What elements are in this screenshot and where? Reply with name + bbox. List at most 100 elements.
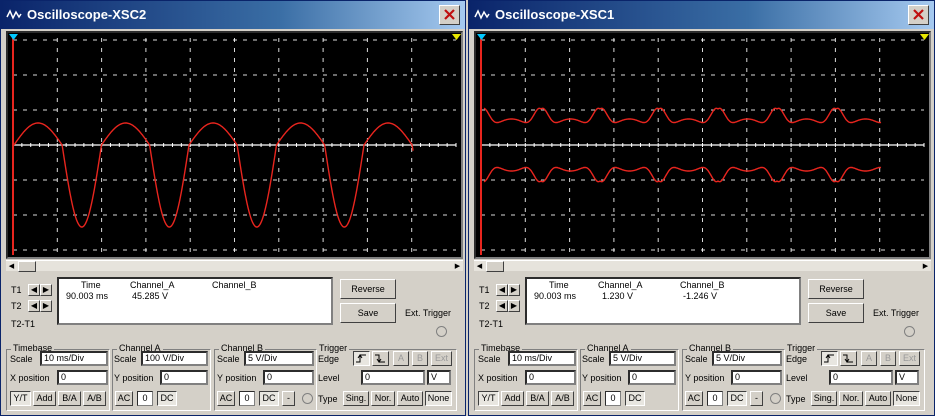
- close-button[interactable]: [908, 5, 929, 25]
- trigger-auto-button[interactable]: Auto: [397, 391, 423, 406]
- channel-b-dc-button[interactable]: DC: [259, 391, 279, 406]
- scope-screen[interactable]: [6, 31, 463, 259]
- channel-a-ac-button[interactable]: AC: [583, 391, 601, 406]
- channel-b-radio[interactable]: [770, 393, 781, 404]
- trigger-none-button[interactable]: None: [893, 391, 920, 406]
- trigger-source-b-button[interactable]: B: [880, 351, 896, 366]
- channel-b-dc-button[interactable]: DC: [727, 391, 747, 406]
- cursor-controls: T1 ◀ ▶ T2 ◀ ▶ T2-T1: [11, 282, 52, 332]
- mode-add-button[interactable]: Add: [501, 391, 524, 406]
- channel-b-ypos-field[interactable]: 0: [731, 370, 782, 385]
- mode-ab-button[interactable]: A/B: [551, 391, 574, 406]
- channel-a-dc-button[interactable]: DC: [157, 391, 177, 406]
- t1-left-button[interactable]: ◀: [28, 284, 40, 296]
- t2-right-button[interactable]: ▶: [40, 300, 52, 312]
- scroll-thumb[interactable]: [18, 261, 36, 272]
- trigger-source-a-button[interactable]: A: [393, 351, 409, 366]
- channel-a-ypos-field[interactable]: 0: [160, 370, 208, 385]
- scope-display: [9, 34, 461, 255]
- timebase-scale-field[interactable]: 10 ms/Div: [40, 351, 108, 366]
- t1-right-button[interactable]: ▶: [508, 284, 520, 296]
- channel-a-dc-button[interactable]: DC: [625, 391, 645, 406]
- trigger-source-ext-button[interactable]: Ext: [899, 351, 920, 366]
- save-button[interactable]: Save: [808, 303, 864, 323]
- reverse-button[interactable]: Reverse: [340, 279, 396, 299]
- channel-a-scale-field[interactable]: 100 V/Div: [141, 351, 208, 366]
- t1-label: T1: [479, 285, 490, 295]
- scroll-thumb[interactable]: [486, 261, 504, 272]
- falling-edge-button[interactable]: [372, 351, 389, 366]
- channel-b-ypos-field[interactable]: 0: [263, 370, 314, 385]
- t1-right-button[interactable]: ▶: [40, 284, 52, 296]
- trigger-normal-button[interactable]: Nor.: [371, 391, 395, 406]
- channel-b-radio[interactable]: [302, 393, 313, 404]
- mode-ab-button[interactable]: A/B: [83, 391, 106, 406]
- reverse-button[interactable]: Reverse: [808, 279, 864, 299]
- ext-trigger-radio[interactable]: [436, 326, 447, 337]
- trigger-title: Trigger: [785, 343, 818, 353]
- t2-label: T2: [479, 301, 490, 311]
- channel-b-scale-field[interactable]: 5 V/Div: [244, 351, 314, 366]
- channel-b-invert-button[interactable]: -: [750, 391, 763, 406]
- channel-b-group: Channel B Scale 5 V/Div Y position 0 AC …: [682, 343, 785, 411]
- title-bar[interactable]: Oscilloscope-XSC2: [1, 1, 465, 29]
- channel-b-scale-field[interactable]: 5 V/Div: [712, 351, 782, 366]
- ext-trigger-radio[interactable]: [904, 326, 915, 337]
- scroll-right-icon[interactable]: ▶: [452, 261, 463, 272]
- channel-a-zero-button[interactable]: 0: [137, 391, 153, 406]
- mode-yt-button[interactable]: Y/T: [478, 391, 499, 406]
- channel-a-ac-button[interactable]: AC: [115, 391, 133, 406]
- close-icon: [913, 9, 924, 20]
- channel-a-scale-field[interactable]: 5 V/Div: [609, 351, 676, 366]
- trigger-edge-label: Edge: [786, 354, 808, 364]
- horizontal-scrollbar[interactable]: ◀ ▶: [474, 260, 931, 272]
- mode-add-button[interactable]: Add: [33, 391, 56, 406]
- trigger-level-unit[interactable]: V: [427, 370, 451, 385]
- trigger-none-button[interactable]: None: [425, 391, 452, 406]
- x-position-field[interactable]: 0: [525, 370, 576, 385]
- trigger-source-b-button[interactable]: B: [412, 351, 428, 366]
- scroll-right-icon[interactable]: ▶: [920, 261, 931, 272]
- close-button[interactable]: [439, 5, 460, 25]
- channel-a-ypos-field[interactable]: 0: [628, 370, 676, 385]
- rising-edge-button[interactable]: [821, 351, 838, 366]
- channel-a-zero-button[interactable]: 0: [605, 391, 621, 406]
- cursor-t2-marker-icon: [452, 34, 461, 40]
- title-bar[interactable]: Oscilloscope-XSC1: [469, 1, 934, 29]
- channel-b-ac-button[interactable]: AC: [217, 391, 235, 406]
- channel-b-zero-button[interactable]: 0: [239, 391, 255, 406]
- t2-left-button[interactable]: ◀: [28, 300, 40, 312]
- time-value: 90.003 ms: [534, 291, 577, 301]
- scope-screen[interactable]: [474, 31, 931, 259]
- rising-edge-button[interactable]: [353, 351, 370, 366]
- trigger-auto-button[interactable]: Auto: [865, 391, 891, 406]
- trigger-single-button[interactable]: Sing.: [343, 391, 369, 406]
- channel-b-invert-button[interactable]: -: [282, 391, 295, 406]
- header-time: Time: [549, 280, 569, 290]
- trigger-level-field[interactable]: 0: [361, 370, 425, 385]
- mode-ba-button[interactable]: B/A: [526, 391, 549, 406]
- mode-yt-button[interactable]: Y/T: [10, 391, 31, 406]
- trigger-source-ext-button[interactable]: Ext: [431, 351, 452, 366]
- time-value: 90.003 ms: [66, 291, 109, 301]
- timebase-scale-field[interactable]: 10 ms/Div: [508, 351, 576, 366]
- horizontal-scrollbar[interactable]: ◀ ▶: [6, 260, 463, 272]
- trigger-level-field[interactable]: 0: [829, 370, 893, 385]
- channel-b-ac-button[interactable]: AC: [685, 391, 703, 406]
- falling-edge-button[interactable]: [840, 351, 857, 366]
- t2-right-button[interactable]: ▶: [508, 300, 520, 312]
- trigger-normal-button[interactable]: Nor.: [839, 391, 863, 406]
- trigger-source-a-button[interactable]: A: [861, 351, 877, 366]
- trigger-single-button[interactable]: Sing.: [811, 391, 837, 406]
- channel-b-zero-button[interactable]: 0: [707, 391, 723, 406]
- t1-left-button[interactable]: ◀: [496, 284, 508, 296]
- scroll-left-icon[interactable]: ◀: [6, 261, 17, 272]
- trigger-level-label: Level: [318, 373, 340, 383]
- trigger-level-unit[interactable]: V: [895, 370, 919, 385]
- scroll-left-icon[interactable]: ◀: [474, 261, 485, 272]
- save-button[interactable]: Save: [340, 303, 396, 323]
- cursor-t1-marker-icon: [477, 34, 486, 40]
- mode-ba-button[interactable]: B/A: [58, 391, 81, 406]
- t2-left-button[interactable]: ◀: [496, 300, 508, 312]
- x-position-field[interactable]: 0: [57, 370, 108, 385]
